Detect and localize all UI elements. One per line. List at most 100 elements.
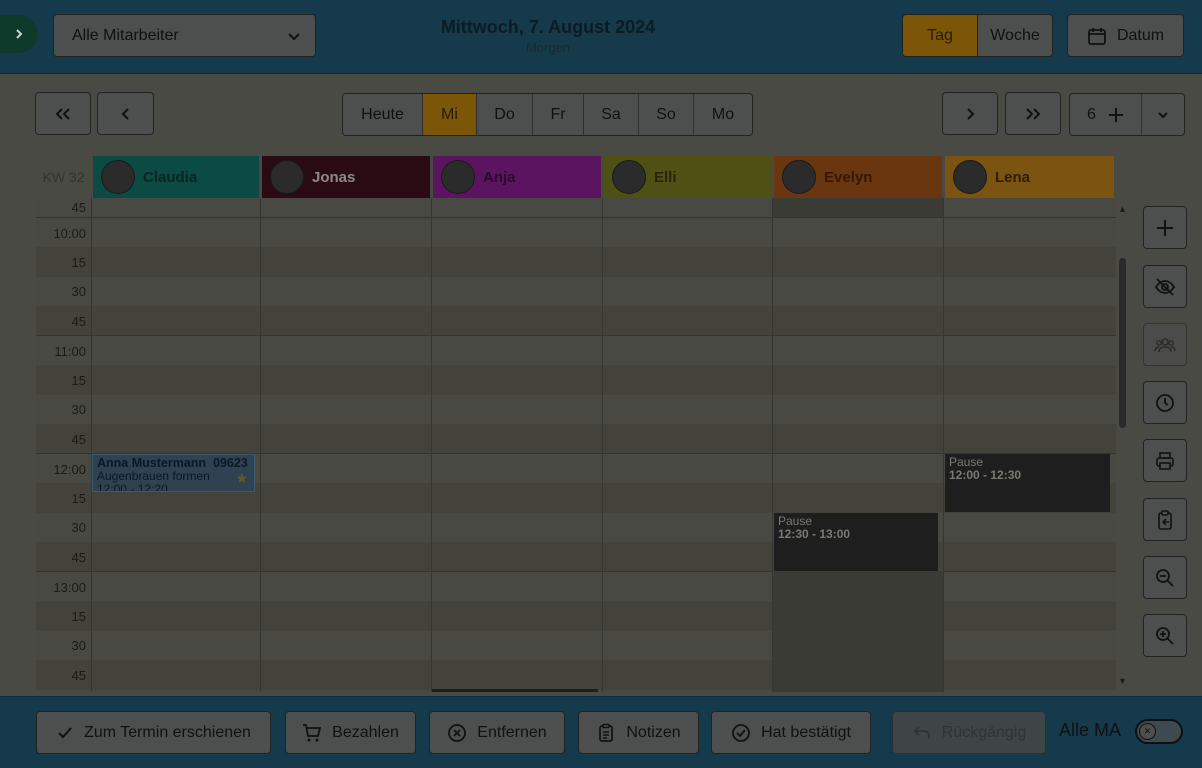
employee-header-elli[interactable]: Elli (604, 156, 771, 198)
scroll-up-icon[interactable]: ▲ (1118, 204, 1127, 214)
scrollbar-thumb[interactable] (1119, 258, 1126, 428)
employee-name: Anja (483, 168, 516, 186)
view-week-button[interactable]: Woche (978, 15, 1052, 56)
time-label: 30 (71, 284, 86, 299)
remove-label: Entfernen (477, 723, 547, 741)
day-button-do[interactable]: Do (477, 94, 533, 135)
pay-label: Bezahlen (332, 723, 399, 741)
zoom-out-icon (1156, 568, 1174, 587)
bottom-action-bar: Zum Termin erschienen Bezahlen Entfernen… (0, 696, 1202, 768)
column-count-control: 6 (1069, 93, 1185, 136)
column-count-dropdown[interactable] (1142, 94, 1184, 135)
time-row[interactable]: 45 (36, 198, 1116, 217)
time-button[interactable] (1143, 381, 1187, 424)
time-row[interactable]: 30 (36, 394, 1116, 424)
prev-week-button[interactable] (35, 92, 91, 135)
employee-header-claudia[interactable]: Claudia (93, 156, 259, 198)
pay-button[interactable]: Bezahlen (285, 711, 416, 754)
print-button[interactable] (1143, 439, 1187, 482)
appointment-time: 12:00 - 12:20 (97, 482, 168, 492)
time-row[interactable]: 15 (36, 247, 1116, 277)
column-count-value: 6 (1087, 105, 1096, 123)
employee-filter-select[interactable]: Alle Mitarbeiter (53, 14, 316, 57)
time-label: 10:00 (53, 226, 86, 241)
date-picker-button[interactable]: Datum (1067, 14, 1184, 57)
day-button-mi[interactable]: Mi (423, 94, 477, 135)
time-row[interactable]: 10:00 (36, 217, 1116, 247)
date-button-label: Datum (1116, 26, 1165, 44)
double-chevron-right-icon (1026, 107, 1041, 120)
undo-icon (913, 725, 930, 739)
arrived-button[interactable]: Zum Termin erschienen (36, 711, 271, 754)
unavailable-block (773, 198, 944, 217)
calendar-scrollbar[interactable]: ▲ ▼ (1116, 198, 1130, 692)
double-chevron-left-icon (55, 107, 70, 120)
chevron-down-icon (1158, 111, 1168, 118)
employee-header-evelyn[interactable]: Evelyn (774, 156, 942, 198)
time-label: 30 (71, 520, 86, 535)
all-staff-label: Alle MA (1059, 720, 1122, 740)
day-button-mo[interactable]: Mo (694, 94, 752, 135)
today-button[interactable]: Heute (343, 94, 423, 135)
next-week-button[interactable] (1005, 92, 1061, 135)
notes-button[interactable]: Notizen (578, 711, 699, 754)
time-row[interactable]: 45 (36, 660, 1116, 690)
confirmed-button[interactable]: Hat bestätigt (711, 711, 871, 754)
employee-header-anja[interactable]: Anja (433, 156, 601, 198)
view-toggle: Tag Woche (902, 14, 1053, 57)
day-button-so[interactable]: So (639, 94, 694, 135)
event-edge (432, 689, 598, 692)
unavailable-block (773, 571, 944, 692)
time-row[interactable]: 30 (36, 630, 1116, 660)
star-icon: ★ (235, 470, 248, 486)
time-row[interactable]: 15 (36, 365, 1116, 395)
time-label: 45 (71, 550, 86, 565)
clock-icon (1156, 393, 1174, 412)
avatar (441, 160, 475, 194)
add-appointment-button[interactable] (1143, 206, 1187, 249)
chevron-right-icon (967, 107, 975, 120)
prev-day-button[interactable] (97, 92, 154, 135)
pause-block-evelyn[interactable]: Pause 12:30 - 13:00 (774, 513, 938, 571)
appointment-card[interactable]: Anna Mustermann 09623 Augenbrauen formen… (92, 454, 255, 492)
check-circle-icon (732, 723, 750, 742)
employee-header-jonas[interactable]: Jonas (262, 156, 430, 198)
zoom-in-button[interactable] (1143, 614, 1187, 657)
day-button-sa[interactable]: Sa (584, 94, 639, 135)
date-heading: Mittwoch, 7. August 2024 Morgen (398, 17, 698, 55)
pause-block-lena[interactable]: Pause 12:00 - 12:30 (945, 454, 1110, 512)
cancel-circle-icon (448, 723, 467, 742)
chevron-left-icon (121, 107, 129, 120)
time-label: 30 (71, 402, 86, 417)
users-icon (1154, 337, 1176, 352)
sidebar-toggle-button[interactable] (0, 15, 38, 53)
zoom-out-button[interactable] (1143, 556, 1187, 599)
time-row[interactable]: 45 (36, 542, 1116, 572)
next-day-button[interactable] (942, 92, 998, 135)
clipboard-button[interactable] (1143, 498, 1187, 541)
time-row[interactable]: 11:00 (36, 335, 1116, 365)
team-button[interactable] (1143, 323, 1187, 366)
date-title: Mittwoch, 7. August 2024 (440, 17, 656, 37)
eye-off-icon (1154, 277, 1176, 296)
scroll-down-icon[interactable]: ▼ (1118, 676, 1127, 686)
column-count-add-button[interactable]: 6 (1070, 94, 1142, 135)
view-day-button[interactable]: Tag (903, 15, 978, 56)
time-label: 15 (71, 491, 86, 506)
time-row[interactable]: 15 (36, 601, 1116, 631)
time-row[interactable]: 13:00 (36, 571, 1116, 601)
undo-button[interactable]: Rückgängig (892, 711, 1046, 754)
time-row[interactable]: 45 (36, 424, 1116, 454)
hide-button[interactable] (1143, 265, 1187, 308)
top-bar: Alle Mitarbeiter Mittwoch, 7. August 202… (0, 0, 1202, 74)
time-row[interactable]: 30 (36, 512, 1116, 542)
calendar-grid: KW 32 Claudia Jonas Anja Elli Evelyn Len… (36, 156, 1116, 692)
all-staff-toggle[interactable]: ✕ (1135, 719, 1183, 744)
time-row[interactable]: 30 (36, 276, 1116, 306)
employee-name: Lena (995, 168, 1031, 186)
time-label: 45 (71, 314, 86, 329)
day-button-fr[interactable]: Fr (533, 94, 584, 135)
employee-header-lena[interactable]: Lena (945, 156, 1114, 198)
time-row[interactable]: 45 (36, 306, 1116, 336)
remove-button[interactable]: Entfernen (429, 711, 565, 754)
